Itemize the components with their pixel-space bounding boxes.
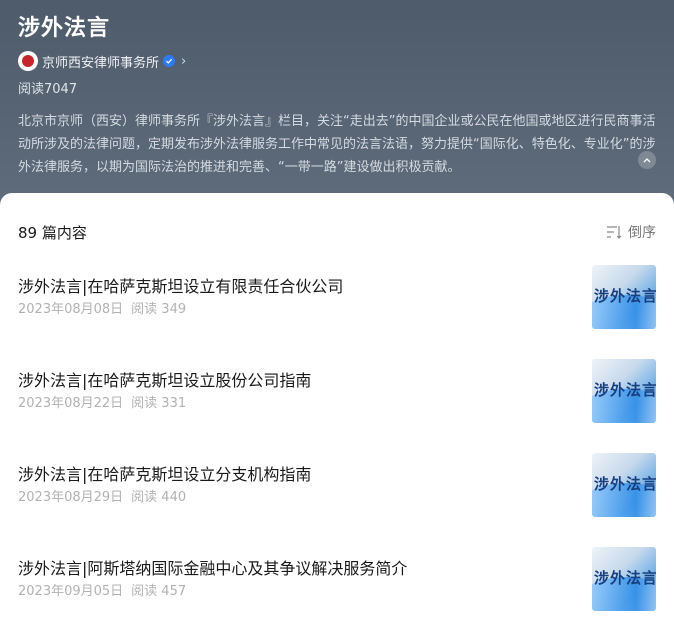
- sort-icon: [607, 226, 622, 239]
- article-thumbnail[interactable]: 涉外法言: [592, 547, 656, 611]
- album-description: 北京市京师（西安）律师事务所『涉外法言』栏目，关注“走出去”的中国企业或公民在他…: [18, 114, 656, 175]
- article-date: 2023年08月29日: [18, 490, 124, 505]
- article-date: 2023年08月22日: [18, 396, 124, 411]
- article-meta: 2023年08月08日 阅读 349: [18, 301, 186, 319]
- logo-icon: [22, 55, 34, 67]
- sort-button[interactable]: 倒序: [606, 222, 656, 242]
- sort-label[interactable]: 倒序: [628, 222, 656, 242]
- article-title[interactable]: 涉外法言|在哈萨克斯坦设立分支机构指南: [18, 463, 311, 487]
- thumbnail-text: 涉外法言: [594, 287, 656, 305]
- thumbnail-text: 涉外法言: [594, 475, 656, 493]
- verified-icon: [163, 55, 176, 67]
- article-count: 89 篇内容: [18, 223, 87, 242]
- article-reads: 阅读 331: [131, 396, 187, 411]
- collapse-icon[interactable]: [638, 151, 656, 169]
- list-header: 89 篇内容 倒序: [18, 221, 656, 243]
- article-reads: 阅读 457: [131, 584, 187, 599]
- article-reads: 阅读 440: [131, 490, 187, 505]
- account-name[interactable]: 京师西安律师事务所: [42, 52, 159, 71]
- article-meta: 2023年08月22日 阅读 331: [18, 395, 186, 413]
- article-thumbnail[interactable]: 涉外法言: [592, 265, 656, 329]
- article-item[interactable]: 涉外法言|在哈萨克斯坦设立分支机构指南 2023年08月29日 阅读 440 涉外…: [18, 453, 656, 517]
- article-date: 2023年09月05日: [18, 584, 124, 599]
- article-item[interactable]: 涉外法言|阿斯塔纳国际金融中心及其争议解决服务简介 2023年09月05日 阅读 …: [18, 547, 656, 611]
- account-link[interactable]: 京师西安律师事务所 ›: [18, 50, 656, 72]
- album-title: 涉外法言: [18, 16, 111, 41]
- album-header: 涉外法言 京师西安律师事务所 › 阅读7047 北京市京师（西安）律师事务所『涉…: [0, 0, 674, 205]
- article-reads: 阅读 349: [131, 302, 187, 317]
- article-item[interactable]: 涉外法言|在哈萨克斯坦设立股份公司指南 2023年08月22日 阅读 331 涉外…: [18, 359, 656, 423]
- article-title[interactable]: 涉外法言|在哈萨克斯坦设立有限责任合伙公司: [18, 275, 343, 299]
- article-thumbnail[interactable]: 涉外法言: [592, 453, 656, 517]
- article-meta: 2023年09月05日 阅读 457: [18, 583, 186, 601]
- thumbnail-text: 涉外法言: [594, 569, 656, 587]
- article-list-panel: 89 篇内容 倒序 涉外法言|在哈萨克斯坦设立有限责任合伙公司 2023年08月…: [0, 193, 674, 623]
- account-avatar[interactable]: [18, 51, 38, 71]
- article-meta: 2023年08月29日 阅读 440: [18, 489, 186, 507]
- article-title[interactable]: 涉外法言|阿斯塔纳国际金融中心及其争议解决服务简介: [18, 557, 407, 581]
- article-thumbnail[interactable]: 涉外法言: [592, 359, 656, 423]
- article-item[interactable]: 涉外法言|在哈萨克斯坦设立有限责任合伙公司 2023年08月08日 阅读 349 …: [18, 265, 656, 329]
- chevron-right-icon[interactable]: ›: [181, 55, 186, 68]
- thumbnail-text: 涉外法言: [594, 381, 656, 399]
- article-title[interactable]: 涉外法言|在哈萨克斯坦设立股份公司指南: [18, 369, 311, 393]
- read-count: 阅读7047: [18, 82, 78, 97]
- article-date: 2023年08月08日: [18, 302, 124, 317]
